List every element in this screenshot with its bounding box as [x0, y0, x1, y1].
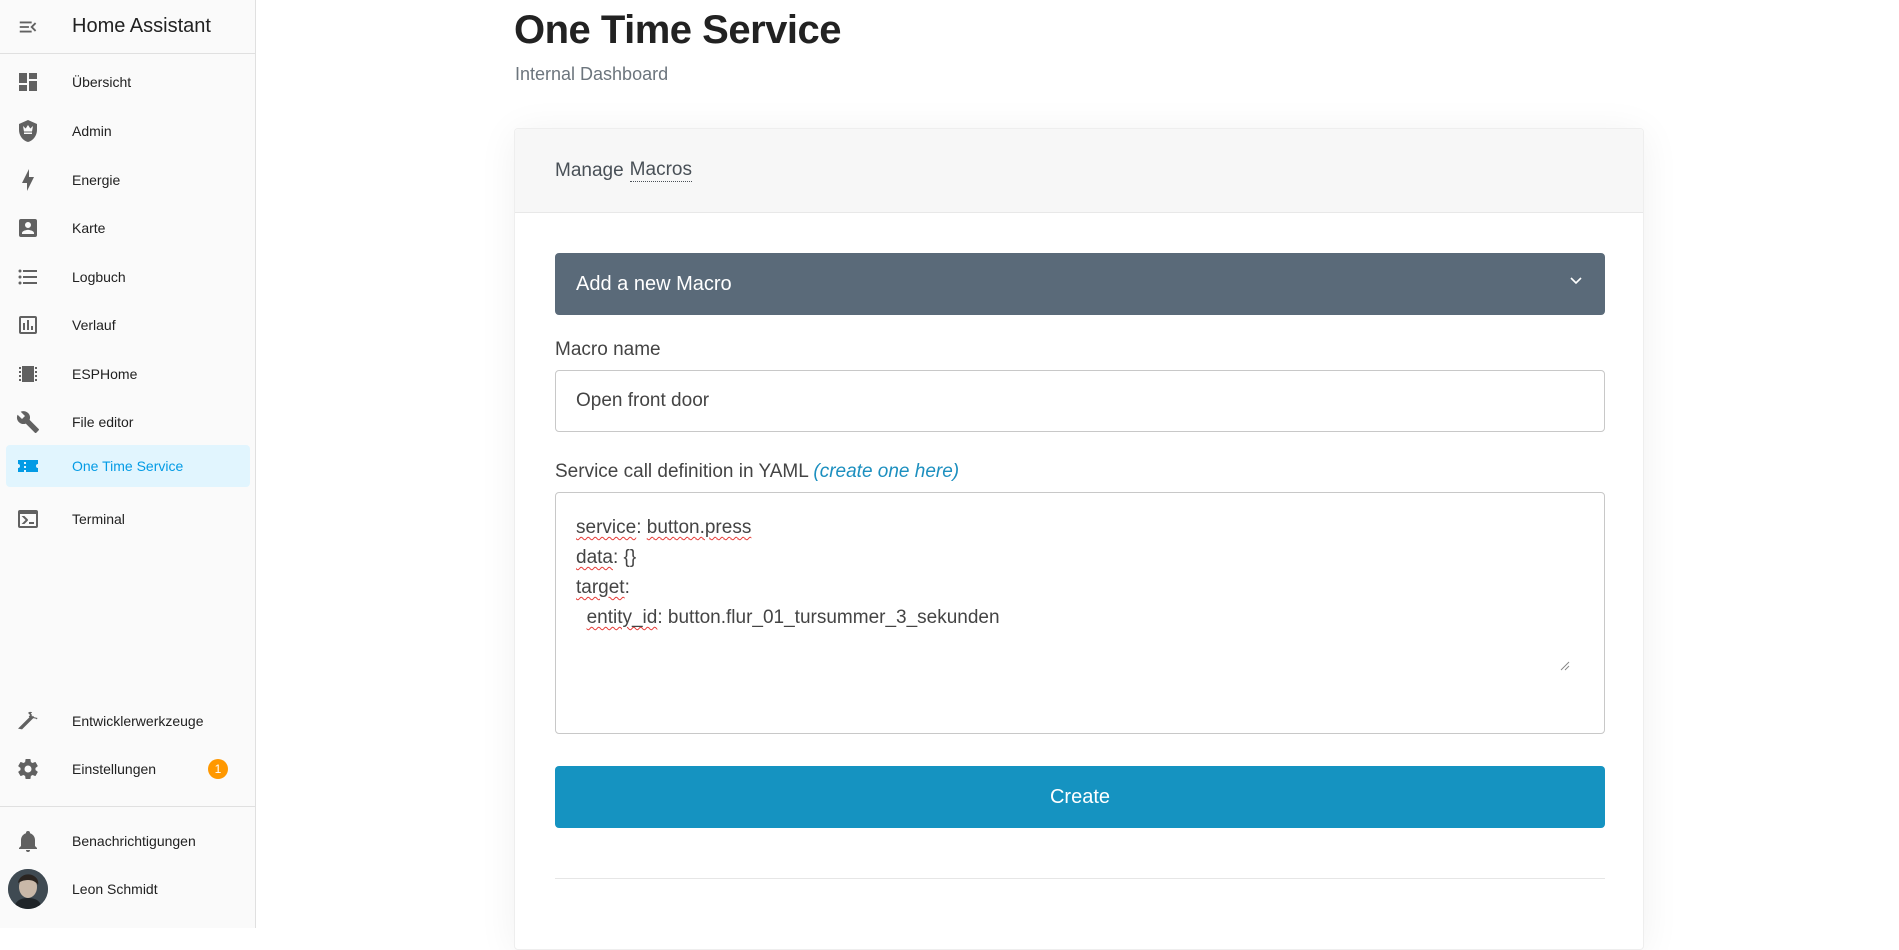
sidebar-item-karte[interactable]: Karte — [6, 207, 250, 249]
sidebar-item-label: ESPHome — [72, 366, 138, 382]
sidebar-item-label: Logbuch — [72, 269, 126, 285]
sidebar-item-label: Verlauf — [72, 317, 116, 333]
sidebar-item-one-time-service[interactable]: One Time Service — [6, 445, 250, 487]
lightning-bolt-icon — [8, 159, 48, 201]
main-content: One Time Service Internal Dashboard Mana… — [256, 0, 1899, 950]
create-button[interactable]: Create — [555, 766, 1605, 828]
accordion-label: Add a new Macro — [576, 272, 732, 295]
sidebar-item-entwicklerwerkzeuge[interactable]: Entwicklerwerkzeuge — [6, 700, 250, 742]
notification-badge: 1 — [208, 759, 228, 779]
macros-card: Manage Macros Add a new Macro Macro name… — [514, 128, 1644, 950]
yaml-line-3: target: — [576, 577, 630, 598]
chip-icon — [8, 353, 48, 395]
menu-toggle-button[interactable] — [0, 0, 56, 54]
chevron-down-icon — [1569, 276, 1583, 286]
sidebar-item-label: Benachrichtigungen — [72, 833, 196, 849]
ticket-icon — [8, 445, 48, 487]
sidebar-item-verlauf[interactable]: Verlauf — [6, 304, 250, 346]
sidebar-item-benachrichtigungen[interactable]: Benachrichtigungen — [6, 820, 250, 862]
sidebar-item-einstellungen[interactable]: Einstellungen 1 — [6, 748, 250, 790]
create-button-label: Create — [1049, 785, 1111, 808]
chart-box-icon — [8, 304, 48, 346]
sidebar-item-label: Entwicklerwerkzeuge — [72, 713, 204, 729]
sidebar-item-label: Karte — [72, 220, 106, 236]
yaml-line-4: entity_id: button.flur_01_tursummer_3_se… — [586, 607, 1000, 628]
sidebar-item-label: One Time Service — [72, 458, 184, 474]
sidebar-item-uebersicht[interactable]: Übersicht — [6, 61, 250, 103]
card-divider — [555, 878, 1605, 879]
sidebar-item-esphome[interactable]: ESPHome — [6, 353, 250, 395]
sidebar-item-label: Energie — [72, 172, 121, 188]
console-icon — [8, 498, 48, 540]
yaml-line-2: data: {} — [576, 547, 637, 568]
sidebar-item-label: Übersicht — [72, 74, 132, 90]
cog-icon — [8, 748, 48, 790]
sidebar-item-logbuch[interactable]: Logbuch — [6, 256, 250, 298]
hammer-icon — [8, 700, 48, 742]
sidebar-item-energie[interactable]: Energie — [6, 159, 250, 201]
yaml-line-1: service: button.press — [576, 517, 752, 538]
dashboard-icon — [8, 61, 48, 103]
yaml-label: Service call definition in YAML (create … — [555, 461, 959, 483]
yaml-label-text: Service call definition in YAML — [555, 461, 809, 482]
avatar — [8, 868, 48, 910]
macro-name-value: Open front door — [576, 390, 710, 411]
bell-icon — [8, 820, 48, 862]
account-box-icon — [8, 207, 48, 249]
macros-link[interactable]: Macros — [629, 159, 692, 182]
sidebar-divider — [0, 806, 256, 807]
card-header-prefix: Manage — [555, 159, 624, 181]
create-one-here-link[interactable]: (create one here) — [813, 461, 959, 482]
sidebar-item-label: Admin — [72, 123, 112, 139]
format-list-icon — [8, 256, 48, 298]
sidebar-item-label: File editor — [72, 414, 134, 430]
shield-crown-icon — [8, 110, 48, 152]
add-macro-accordion[interactable]: Add a new Macro — [555, 253, 1605, 315]
sidebar-item-label: Einstellungen — [72, 761, 157, 777]
app-title: Home Assistant — [72, 15, 211, 37]
sidebar-item-label: Terminal — [72, 511, 125, 527]
macro-name-label: Macro name — [555, 339, 661, 360]
sidebar-item-admin[interactable]: Admin — [6, 110, 250, 152]
user-avatar-icon — [8, 869, 48, 909]
card-header: Manage Macros — [515, 129, 1643, 213]
page-title: One Time Service — [514, 8, 842, 52]
wrench-icon — [8, 401, 48, 443]
sidebar-item-user[interactable]: Leon Schmidt — [6, 868, 250, 910]
sidebar-item-file-editor[interactable]: File editor — [6, 401, 250, 443]
macro-name-input[interactable]: Open front door — [555, 370, 1605, 432]
resize-handle-icon[interactable] — [1560, 601, 1602, 731]
yaml-textarea[interactable]: service: button.press data: {} target: ent… — [555, 492, 1605, 734]
menu-open-icon — [17, 16, 39, 38]
page-subtitle: Internal Dashboard — [515, 64, 669, 84]
sidebar-header: Home Assistant — [0, 0, 255, 54]
sidebar-item-terminal[interactable]: Terminal — [6, 498, 250, 540]
sidebar: Home Assistant Übersicht Admin Energie K… — [0, 0, 256, 928]
user-name: Leon Schmidt — [72, 881, 158, 897]
